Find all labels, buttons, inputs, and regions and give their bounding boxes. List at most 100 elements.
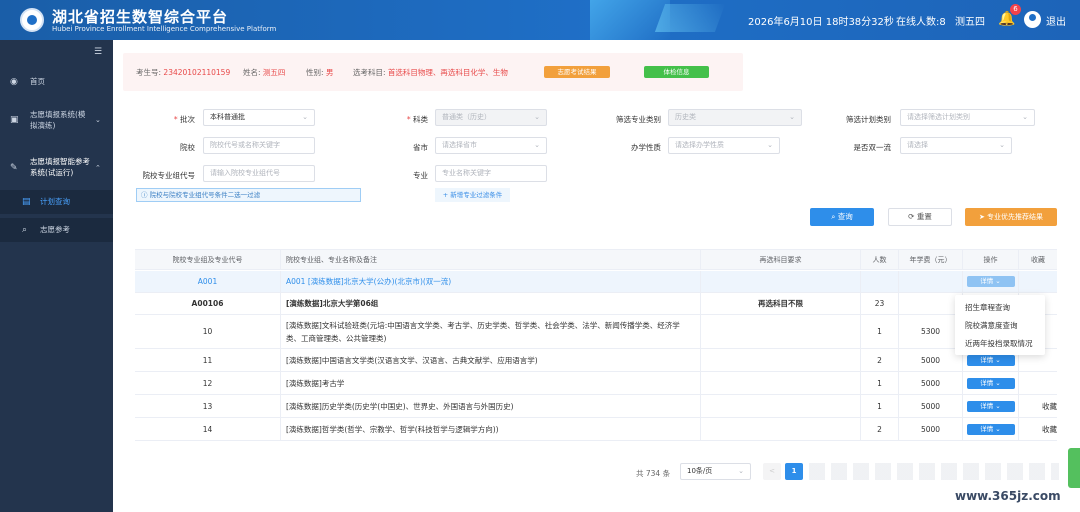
group-label: 院校专业组代号	[142, 171, 196, 180]
plan-table: 院校专业组及专业代号 院校专业组、专业名称及备注 再选科目要求 人数 年学费（元…	[135, 249, 1057, 485]
province-select[interactable]: 请选择省市 ⌄	[435, 137, 547, 154]
menu-item-satisfaction[interactable]: 院校满意度查询	[965, 320, 1018, 331]
chevron-down-icon: ⌄	[999, 141, 1005, 149]
menu-item-admission-charter[interactable]: 招生章程查询	[965, 302, 1010, 313]
detail-button[interactable]: 详情 ⌄	[966, 276, 1015, 287]
province-label: 省市	[413, 143, 428, 152]
edit-icon: ✎	[10, 163, 18, 173]
send-icon: ➤	[978, 213, 988, 221]
logout-button[interactable]: 退出	[1046, 13, 1066, 28]
favorite-button[interactable]: 收藏	[1019, 395, 1057, 417]
pagination-pages[interactable]	[809, 463, 1059, 480]
column-header: 收藏	[1019, 250, 1057, 270]
sidebar-item-reference[interactable]: ⌕ 志愿参考	[0, 218, 113, 242]
search-icon: ⌕	[22, 225, 28, 235]
chevron-down-icon: ⌄	[534, 141, 540, 149]
chevron-down-icon: ⌄	[1022, 113, 1028, 121]
column-header: 再选科目要求	[701, 250, 861, 270]
detail-button[interactable]: 详情 ⌄	[966, 423, 1015, 435]
sidebar-item-home[interactable]: ◉ 首页	[0, 70, 113, 94]
watermark: www.365jz.com	[955, 489, 1061, 503]
sidebar: ☰ ◉ 首页 ▣ 志愿填报系统(模拟演练) ⌄ ✎ 志愿填报智能参考系统(试运行…	[0, 40, 113, 512]
category-label: * 科类	[406, 115, 428, 124]
column-header: 院校专业组及专业代号	[135, 250, 281, 270]
chevron-down-icon: ⌄	[302, 113, 308, 121]
chevron-down-icon: ⌄	[738, 467, 744, 475]
table-row[interactable]: 11 [演练数据]中国语言文学类(汉语言文学、汉语言、古典文献学、应用语言学) …	[135, 349, 1057, 372]
detail-button[interactable]: 详情 ⌄	[966, 400, 1015, 412]
chevron-down-icon: ⌄	[767, 141, 773, 149]
user-name: 测五四	[955, 17, 985, 28]
major-type-label: 筛选专业类别	[616, 115, 661, 124]
total-count: 共 734 条	[636, 469, 671, 478]
page-size-select[interactable]: 10条/页 ⌄	[680, 463, 751, 480]
filter-hint: ⓘ 院校与院校专业组代号条件二选一过滤	[136, 188, 361, 202]
notification-badge: 6	[1010, 4, 1021, 15]
table-row[interactable]: 13 [演练数据]历史学类(历史学(中国史)、世界史、外国语言与外国历史) 1 …	[135, 395, 1057, 418]
column-header: 院校专业组、专业名称及备注	[281, 250, 701, 270]
double-select[interactable]: 请选择 ⌄	[900, 137, 1012, 154]
column-header: 人数	[861, 250, 899, 270]
student-info-bar: 考生号: 23420102110159 姓名: 测五四 性别: 男 选考科目: …	[123, 53, 743, 91]
category-select[interactable]: 普通类（历史） ⌄	[435, 109, 547, 126]
menu-item-admission-history[interactable]: 近两年投档录取情况	[965, 338, 1033, 349]
exam-result-button[interactable]: 志愿考试结果	[544, 66, 610, 78]
group-input[interactable]: 请输入院校专业组代号	[203, 165, 315, 182]
major-label: 专业	[413, 171, 428, 180]
student-subjects: 选考科目: 首选科目物理、再选科目化学、生物	[353, 68, 508, 77]
prev-page-button[interactable]: <	[763, 463, 781, 480]
column-header: 操作	[963, 250, 1019, 270]
chevron-down-icon: ⌄	[95, 116, 101, 124]
student-id: 考生号: 23420102110159	[136, 68, 231, 77]
search-icon: ⌕	[831, 212, 838, 221]
info-icon: ⓘ	[141, 191, 150, 199]
table-row[interactable]: 14 [演练数据]哲学类(哲学、宗教学、哲学(科技哲学与逻辑学方向)) 2 50…	[135, 418, 1057, 441]
table-row[interactable]: A001 A001 [演练数据]北京大学(公办)(北京市)(双一流) 详情 ⌄	[135, 271, 1057, 293]
datetime-display: 2026年6月10日 18时38分32秒	[748, 17, 894, 28]
refresh-icon: ⟳	[908, 212, 917, 221]
chevron-down-icon: ⌄	[534, 113, 540, 121]
query-button[interactable]: ⌕ 查询	[810, 208, 874, 226]
table-row[interactable]: A00106 [演练数据]北京大学第06组 再选科目不限 23	[135, 293, 1057, 315]
column-header: 年学费（元）	[899, 250, 963, 270]
school-label: 院校	[180, 143, 195, 152]
reset-button[interactable]: ⟳ 重置	[888, 208, 952, 226]
nature-label: 办学性质	[631, 143, 661, 152]
detail-button[interactable]: 详情 ⌄	[966, 354, 1015, 366]
dashboard-icon: ◉	[10, 77, 18, 87]
double-label: 是否双一流	[853, 143, 892, 152]
batch-label: * 批次	[173, 115, 195, 124]
sidebar-item-simulation[interactable]: ▣ 志愿填报系统(模拟演练) ⌄	[0, 104, 113, 136]
menu-collapse-icon[interactable]: ☰	[94, 47, 104, 57]
add-filter-button[interactable]: + 新增专业过滤条件	[435, 188, 510, 202]
sidebar-item-smart-reference[interactable]: ✎ 志愿填报智能参考系统(试运行) ⌃	[0, 152, 113, 184]
chevron-down-icon: ⌄	[789, 113, 795, 121]
school-input[interactable]: 院校代号或名称关键字	[203, 137, 315, 154]
batch-select[interactable]: 本科普通批 ⌄	[203, 109, 315, 126]
top-header: 湖北省招生数智综合平台 Hubei Province Enrollment In…	[0, 0, 1080, 40]
plan-type-select[interactable]: 请选择筛选计划类别 ⌄	[900, 109, 1035, 126]
side-floating-tab[interactable]	[1068, 448, 1080, 488]
table-row[interactable]: 12 [演练数据]考古学 1 5000 详情 ⌄	[135, 372, 1057, 395]
plan-type-label: 筛选计划类别	[846, 115, 891, 124]
major-type-select[interactable]: 历史类 ⌄	[668, 109, 802, 126]
main-content: 考生号: 23420102110159 姓名: 测五四 性别: 男 选考科目: …	[113, 40, 1080, 512]
chevron-up-icon: ⌃	[95, 164, 101, 172]
header-decoration	[654, 4, 726, 32]
favorite-button[interactable]: 收藏	[1019, 418, 1057, 440]
student-name: 姓名: 测五四	[243, 68, 286, 77]
recommend-button[interactable]: ➤ 专业优先推荐结果	[965, 208, 1057, 226]
platform-title: 湖北省招生数智综合平台	[52, 8, 229, 26]
avatar[interactable]	[1024, 11, 1041, 28]
major-input[interactable]: 专业名称关键字	[435, 165, 547, 182]
online-count: 在线人数:8	[896, 17, 946, 28]
table-row[interactable]: 10 [演练数据]文科试验班类(元培:中国语言文学类、考古学、历史学类、哲学类、…	[135, 315, 1057, 349]
detail-button[interactable]: 详情 ⌄	[966, 377, 1015, 389]
nature-select[interactable]: 请选择办学性质 ⌄	[668, 137, 780, 154]
sidebar-item-plan-query[interactable]: ▤ 计划查询	[0, 190, 113, 214]
page-button[interactable]: 1	[785, 463, 803, 480]
physical-exam-button[interactable]: 体检信息	[644, 66, 709, 78]
platform-logo	[20, 8, 44, 32]
detail-dropdown-menu: 招生章程查询 院校满意度查询 近两年投档录取情况	[955, 295, 1045, 355]
chat-icon: ▣	[10, 115, 19, 125]
